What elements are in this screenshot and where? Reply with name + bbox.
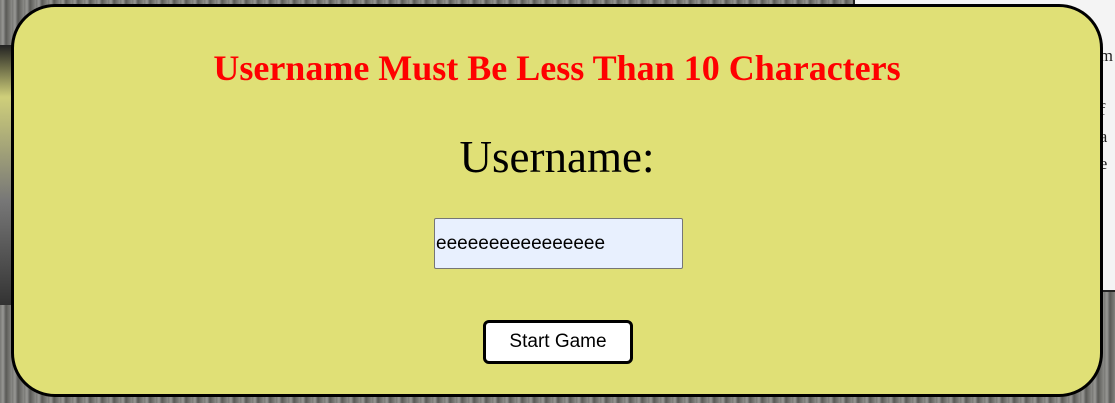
username-input[interactable] — [434, 218, 683, 269]
username-label: Username: — [459, 132, 655, 182]
username-dialog: Username Must Be Less Than 10 Characters… — [11, 4, 1103, 397]
start-game-button[interactable]: Start Game — [483, 320, 633, 364]
error-message: Username Must Be Less Than 10 Characters — [213, 48, 901, 88]
